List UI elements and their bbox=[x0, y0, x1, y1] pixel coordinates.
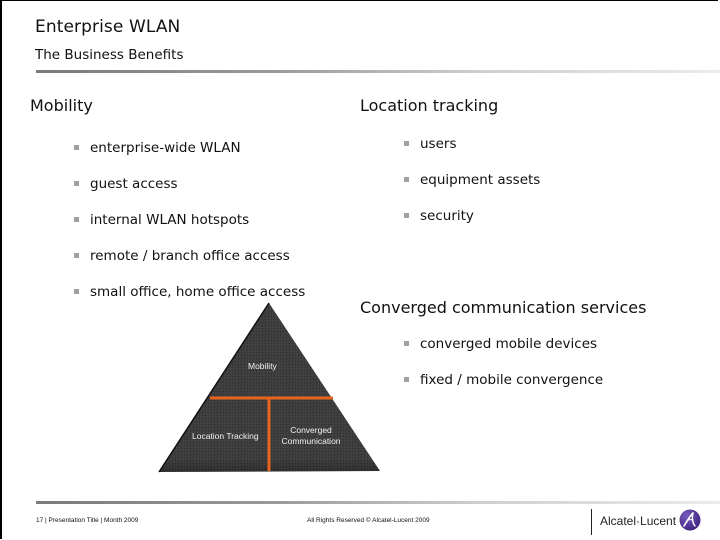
slide: Enterprise WLAN The Business Benefits Mo… bbox=[0, 0, 720, 539]
bullet-square-icon bbox=[404, 141, 409, 146]
logo-divider bbox=[591, 509, 592, 535]
pyramid-diagram: Mobility Location Tracking Converged Com… bbox=[152, 297, 392, 479]
pyramid-svg bbox=[158, 302, 380, 473]
bullet-square-icon bbox=[74, 253, 79, 258]
pyramid-label-location-tracking: Location Tracking bbox=[192, 431, 259, 441]
location-tracking-heading: Location tracking bbox=[360, 96, 499, 115]
bullet-square-icon bbox=[404, 377, 409, 382]
footer-divider bbox=[36, 501, 720, 504]
bullet-square-icon bbox=[74, 145, 79, 150]
pyramid-label-mobility: Mobility bbox=[248, 361, 277, 371]
pyramid-label-converged: Converged Communication bbox=[281, 425, 341, 446]
slide-subtitle: The Business Benefits bbox=[35, 47, 184, 63]
bullet-square-icon bbox=[74, 217, 79, 222]
bullet-square-icon bbox=[74, 181, 79, 186]
slide-title: Enterprise WLAN bbox=[35, 17, 181, 37]
mobility-heading: Mobility bbox=[30, 96, 93, 115]
bullet-square-icon bbox=[404, 177, 409, 182]
converged-heading: Converged communication services bbox=[360, 298, 647, 317]
logo-wordmark: Alcatel·Lucent bbox=[600, 514, 677, 528]
header-divider bbox=[36, 70, 720, 73]
footer-page-info: 17 | Presentation Title | Month 2009 bbox=[36, 517, 139, 524]
bullet-square-icon bbox=[404, 341, 409, 346]
footer-copyright: All Rights Reserved © Alcatel-Lucent 200… bbox=[307, 517, 430, 524]
bullet-square-icon bbox=[74, 289, 79, 294]
bullet-square-icon bbox=[404, 213, 409, 218]
alcatel-lucent-logo-icon bbox=[679, 509, 701, 531]
